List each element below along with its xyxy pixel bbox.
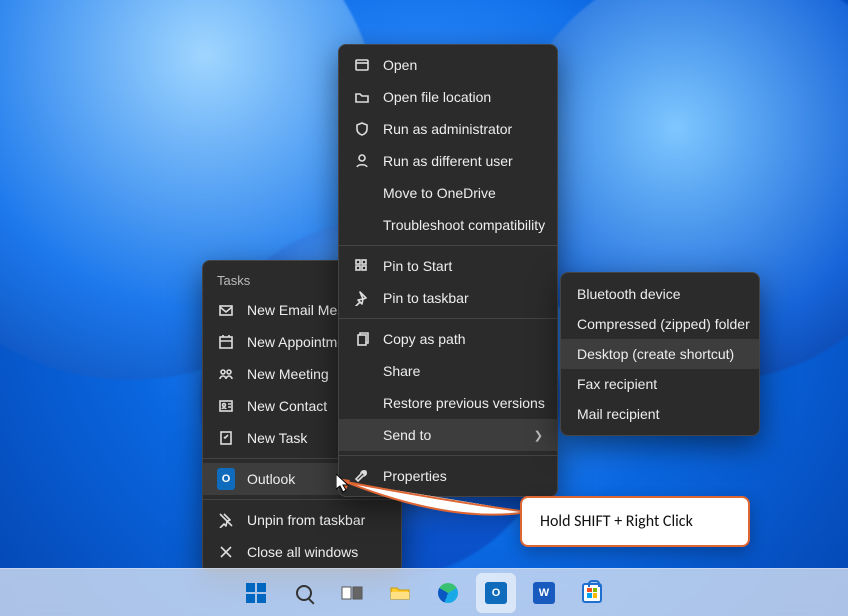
task-icon: [217, 429, 235, 447]
ctx-item-1-1[interactable]: Pin to taskbar: [339, 282, 557, 314]
separator: [339, 318, 557, 319]
contact-icon: [217, 397, 235, 415]
ctx-item-label: Pin to Start: [383, 258, 543, 274]
ctx-item-0-5[interactable]: Troubleshoot compatibility: [339, 209, 557, 241]
word-icon: W: [533, 582, 555, 604]
sendto-item-3[interactable]: Fax recipient: [561, 369, 759, 399]
ctx-item-2-1[interactable]: Share: [339, 355, 557, 387]
ctx-item-label: Restore previous versions: [383, 395, 545, 411]
tasks-action-label: Close all windows: [247, 544, 387, 560]
folder-icon: [389, 584, 411, 602]
ctx-item-label: Share: [383, 363, 543, 379]
ctx-item-0-0[interactable]: Open: [339, 49, 557, 81]
sendto-item-4[interactable]: Mail recipient: [561, 399, 759, 429]
wrench-icon: [353, 467, 371, 485]
ctx-item-label: Open: [383, 57, 543, 73]
taskbar-outlook[interactable]: O: [476, 573, 516, 613]
pin-icon: [353, 289, 371, 307]
ctx-item-1-0[interactable]: Pin to Start: [339, 250, 557, 282]
blank-icon: [353, 362, 371, 380]
ctx-item-label: Troubleshoot compatibility: [383, 217, 545, 233]
ctx-item-label: Move to OneDrive: [383, 185, 543, 201]
blank-icon: [353, 394, 371, 412]
ctx-item-0-4[interactable]: Move to OneDrive: [339, 177, 557, 209]
ctx-item-label: Open file location: [383, 89, 543, 105]
blank-icon: [353, 184, 371, 202]
taskbar-store[interactable]: [572, 573, 612, 613]
ctx-item-0-3[interactable]: Run as different user: [339, 145, 557, 177]
sendto-item-2[interactable]: Desktop (create shortcut): [561, 339, 759, 369]
taskbar: OW: [0, 568, 848, 616]
ctx-item-label: Pin to taskbar: [383, 290, 543, 306]
unpin-icon: [217, 511, 235, 529]
ctx-item-2-3[interactable]: Send to ❯: [339, 419, 557, 451]
outlook-icon: O: [485, 582, 507, 604]
tasks-action-0[interactable]: Unpin from taskbar: [203, 504, 401, 536]
ctx-item-0-2[interactable]: Run as administrator: [339, 113, 557, 145]
ctx-item-3-0[interactable]: Properties: [339, 460, 557, 492]
ctx-item-label: Copy as path: [383, 331, 543, 347]
user-icon: [353, 152, 371, 170]
outlook-icon: O: [217, 470, 235, 488]
taskbar-taskview[interactable]: [332, 573, 372, 613]
separator: [339, 455, 557, 456]
ctx-item-label: Run as different user: [383, 153, 543, 169]
chevron-right-icon: ❯: [534, 429, 543, 442]
ctx-item-2-0[interactable]: Copy as path: [339, 323, 557, 355]
sendto-submenu: Bluetooth deviceCompressed (zipped) fold…: [560, 272, 760, 436]
ctx-item-label: Run as administrator: [383, 121, 543, 137]
edge-icon: [438, 583, 458, 603]
taskview-icon: [341, 584, 363, 602]
folder-icon: [353, 88, 371, 106]
sendto-item-1[interactable]: Compressed (zipped) folder: [561, 309, 759, 339]
search-icon: [296, 585, 312, 601]
tasks-action-1[interactable]: Close all windows: [203, 536, 401, 568]
callout-box: Hold SHIFT + Right Click: [520, 496, 750, 547]
meeting-icon: [217, 365, 235, 383]
copy-icon: [353, 330, 371, 348]
separator: [203, 499, 401, 500]
ctx-item-0-1[interactable]: Open file location: [339, 81, 557, 113]
ctx-item-label: Send to: [383, 427, 522, 443]
taskbar-start[interactable]: [236, 573, 276, 613]
sendto-item-0[interactable]: Bluetooth device: [561, 279, 759, 309]
taskbar-edge[interactable]: [428, 573, 468, 613]
pin-grid-icon: [353, 257, 371, 275]
ctx-item-2-2[interactable]: Restore previous versions: [339, 387, 557, 419]
context-menu: Open Open file location Run as administr…: [338, 44, 558, 497]
taskbar-word[interactable]: W: [524, 573, 564, 613]
taskbar-explorer[interactable]: [380, 573, 420, 613]
blank-icon: [353, 216, 371, 234]
windows-logo-icon: [246, 583, 266, 603]
ctx-item-label: Properties: [383, 468, 543, 484]
calendar-icon: [217, 333, 235, 351]
close-icon: [217, 543, 235, 561]
mail-icon: [217, 301, 235, 319]
separator: [339, 245, 557, 246]
tasks-action-label: Unpin from taskbar: [247, 512, 387, 528]
shield-icon: [353, 120, 371, 138]
open-icon: [353, 56, 371, 74]
callout-text: Hold SHIFT + Right Click: [540, 512, 693, 531]
store-icon: [582, 583, 602, 603]
taskbar-search[interactable]: [284, 573, 324, 613]
blank-icon: [353, 426, 371, 444]
